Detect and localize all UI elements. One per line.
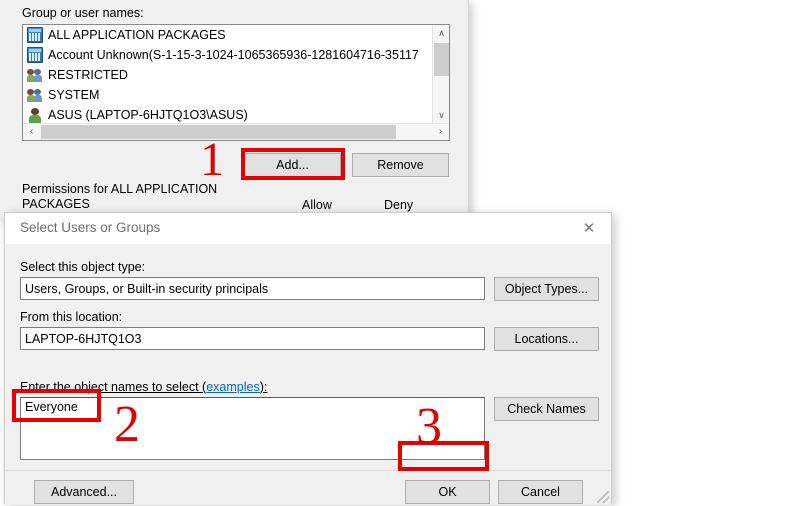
remove-button[interactable]: Remove bbox=[352, 153, 449, 177]
list-item[interactable]: Account Unknown(S-1-15-3-1024-1065365936… bbox=[23, 45, 428, 65]
object-names-input[interactable]: Everyone bbox=[20, 397, 485, 460]
user-group-icon bbox=[27, 67, 43, 83]
chevron-right-icon[interactable]: › bbox=[432, 124, 449, 140]
advanced-button[interactable]: Advanced... bbox=[34, 480, 134, 504]
listbox-horizontal-scrollbar[interactable]: ‹ › bbox=[23, 123, 449, 140]
horizontal-scrollbar-thumb[interactable] bbox=[41, 125, 396, 139]
chevron-down-icon[interactable]: ∨ bbox=[433, 107, 449, 124]
examples-link[interactable]: examples bbox=[206, 380, 260, 394]
permissions-window: Group or user names: ALL APPLICATION PAC… bbox=[0, 0, 469, 222]
app-package-icon bbox=[27, 47, 43, 63]
check-names-button[interactable]: Check Names bbox=[494, 397, 599, 421]
location-field[interactable]: LAPTOP-6HJTQ1O3 bbox=[20, 327, 485, 350]
group-user-listbox[interactable]: ALL APPLICATION PACKAGES Account Unknown… bbox=[22, 24, 450, 141]
object-names-label: Enter the object names to select (exampl… bbox=[20, 380, 267, 394]
list-item-label: ASUS (LAPTOP-6HJTQ1O3\ASUS) bbox=[48, 108, 248, 122]
listbox-vertical-scrollbar[interactable]: ∧ ∨ bbox=[432, 25, 449, 124]
list-item[interactable]: SYSTEM bbox=[23, 85, 428, 105]
dialog-body: Select this object type: Users, Groups, … bbox=[5, 244, 611, 505]
dialog-separator bbox=[5, 470, 611, 471]
object-type-label: Select this object type: bbox=[20, 260, 146, 274]
cancel-button[interactable]: Cancel bbox=[498, 480, 583, 504]
deny-column-header: Deny bbox=[384, 198, 414, 212]
ok-button[interactable]: OK bbox=[405, 480, 490, 504]
list-item-label: Account Unknown(S-1-15-3-1024-1065365936… bbox=[48, 48, 419, 62]
close-icon[interactable]: ✕ bbox=[567, 213, 611, 244]
permissions-for-label: Permissions for ALL APPLICATION PACKAGES bbox=[22, 182, 218, 211]
list-item-label: RESTRICTED bbox=[48, 68, 128, 82]
single-user-icon bbox=[27, 107, 43, 123]
listbox-rows: ALL APPLICATION PACKAGES Account Unknown… bbox=[23, 25, 428, 125]
resize-grip-icon[interactable] bbox=[597, 491, 609, 503]
object-type-field[interactable]: Users, Groups, or Built-in security prin… bbox=[20, 277, 485, 300]
app-package-icon bbox=[27, 27, 43, 43]
chevron-up-icon[interactable]: ∧ bbox=[433, 25, 449, 42]
add-button[interactable]: Add... bbox=[244, 153, 341, 177]
list-item[interactable]: ASUS (LAPTOP-6HJTQ1O3\ASUS) bbox=[23, 105, 428, 125]
dialog-titlebar: Select Users or Groups ✕ bbox=[5, 213, 611, 244]
user-group-icon bbox=[27, 87, 43, 103]
select-users-or-groups-dialog: Select Users or Groups ✕ Select this obj… bbox=[4, 212, 612, 505]
vertical-scrollbar-thumb[interactable] bbox=[434, 43, 449, 76]
object-names-label-pre: Enter the object names to select ( bbox=[20, 380, 207, 394]
chevron-left-icon[interactable]: ‹ bbox=[23, 124, 40, 140]
list-item-label: SYSTEM bbox=[48, 88, 100, 102]
object-types-button[interactable]: Object Types... bbox=[494, 277, 599, 301]
list-item[interactable]: RESTRICTED bbox=[23, 65, 428, 85]
locations-button[interactable]: Locations... bbox=[494, 327, 599, 351]
allow-column-header: Allow bbox=[302, 198, 332, 212]
screenshot-root: Group or user names: ALL APPLICATION PAC… bbox=[0, 0, 800, 506]
from-this-location-label: From this location: bbox=[20, 310, 123, 324]
list-item-label: ALL APPLICATION PACKAGES bbox=[48, 28, 226, 42]
object-names-label-post: ): bbox=[259, 380, 268, 394]
dialog-title: Select Users or Groups bbox=[20, 220, 161, 235]
list-item[interactable]: ALL APPLICATION PACKAGES bbox=[23, 25, 428, 45]
group-or-user-names-label: Group or user names: bbox=[22, 6, 144, 20]
